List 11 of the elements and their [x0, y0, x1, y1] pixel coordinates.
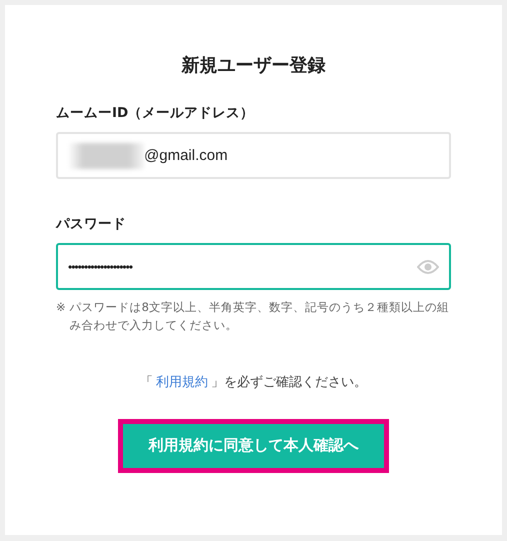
email-field[interactable]: @gmail.com	[56, 132, 451, 179]
field-label: ムームーID（メールアドレス）	[56, 104, 256, 122]
bracket-text: 「	[140, 374, 153, 391]
note-mark: ※	[56, 299, 66, 316]
form-title: 新規ユーザー登録	[180, 54, 326, 77]
terms-text: 」を必ずご確認ください。	[211, 374, 367, 391]
terms-link[interactable]: 利用規約	[156, 372, 208, 391]
field-label: パスワード	[56, 215, 127, 233]
eye-icon[interactable]	[417, 258, 439, 274]
password-note: パスワードは8文字以上、半角英字、数字、記号のうち２種類以上の組み合わせで入力してください。	[70, 299, 450, 334]
password-field[interactable]: ••••••••••••••••••••	[56, 243, 451, 290]
